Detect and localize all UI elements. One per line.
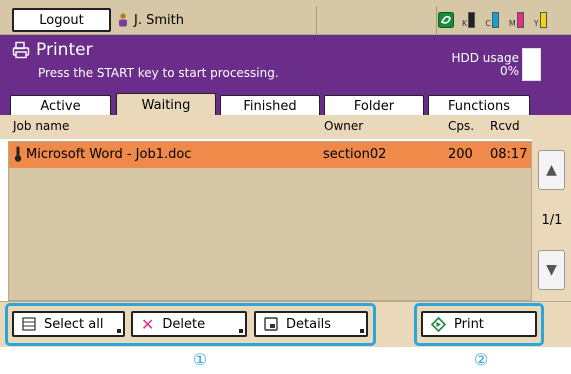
- tab-waiting[interactable]: Waiting: [116, 93, 216, 117]
- column-job-name: Job name: [13, 119, 70, 133]
- job-owner: section02: [323, 147, 387, 162]
- column-received: Rcvd: [490, 119, 520, 133]
- printer-icon: [12, 41, 30, 59]
- tab-folder[interactable]: Folder: [324, 95, 424, 116]
- delete-label: Delete: [162, 316, 206, 332]
- print-label: Print: [454, 316, 484, 332]
- scroll-down-button[interactable]: ▼: [538, 250, 565, 290]
- list-icon: [22, 317, 36, 331]
- divider: [436, 6, 437, 34]
- details-label: Details: [286, 316, 332, 332]
- page-title: Printer: [12, 40, 93, 60]
- divider: [316, 6, 317, 34]
- select-all-label: Select all: [44, 316, 104, 332]
- start-diamond-icon: [431, 316, 446, 332]
- ink-levels: K C M Y: [438, 8, 569, 32]
- column-owner: Owner: [324, 119, 364, 133]
- print-button[interactable]: Print: [421, 311, 537, 337]
- job-copies: 200: [448, 147, 473, 162]
- hdd-gauge: [522, 48, 541, 81]
- user-name: J. Smith: [134, 12, 184, 28]
- ink-y: Y: [534, 12, 547, 28]
- table-row[interactable]: Microsoft Word - Job1.doc section02 200 …: [9, 142, 531, 168]
- delete-icon: ✕: [141, 314, 155, 334]
- callout-2: ②: [473, 350, 489, 369]
- hdd-usage: HDD usage 0%: [443, 52, 519, 78]
- job-received: 08:17: [490, 147, 528, 162]
- select-all-button[interactable]: Select all: [12, 311, 125, 337]
- list-header: [0, 115, 571, 139]
- delete-button[interactable]: ✕ Delete: [131, 311, 247, 337]
- scroll-up-button[interactable]: ▲: [538, 150, 565, 190]
- job-name: Microsoft Word - Job1.doc: [26, 147, 192, 162]
- up-arrow-icon: ▲: [546, 162, 557, 178]
- ink-status-icon: [438, 12, 454, 28]
- tab-functions[interactable]: Functions: [428, 95, 530, 116]
- column-copies: Cps.: [448, 119, 475, 133]
- user-info: J. Smith: [118, 8, 318, 32]
- page-indicator: 1/1: [541, 213, 563, 228]
- details-icon: [264, 317, 278, 331]
- hdd-value: 0%: [499, 64, 519, 78]
- ink-k: K: [462, 12, 476, 28]
- thermometer-icon: [13, 146, 23, 166]
- user-icon: [118, 13, 128, 27]
- instruction-text: Press the START key to start processing.: [38, 66, 279, 80]
- tab-active[interactable]: Active: [10, 95, 111, 116]
- down-arrow-icon: ▼: [546, 262, 557, 278]
- ink-m: M: [509, 12, 524, 28]
- details-button[interactable]: Details: [254, 311, 368, 337]
- ink-c: C: [485, 12, 499, 28]
- title-text: Printer: [36, 40, 93, 60]
- callout-1: ①: [192, 350, 208, 369]
- tab-finished[interactable]: Finished: [220, 95, 320, 116]
- logout-button[interactable]: Logout: [12, 8, 111, 32]
